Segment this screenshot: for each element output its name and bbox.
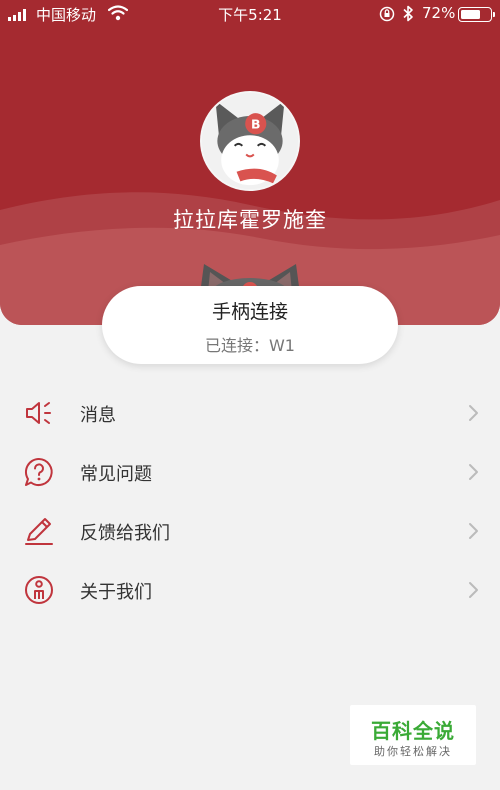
menu-item-label: 常见问题: [80, 464, 152, 485]
watermark-title: 百科全说: [371, 719, 455, 743]
rotation-lock-icon: [379, 6, 395, 22]
pencil-icon: [25, 518, 53, 545]
bluetooth-icon: [403, 5, 413, 22]
settings-menu: 消息 常见问题 反馈给我们 关于我们: [0, 384, 500, 620]
chevron-right-icon: [469, 582, 478, 598]
cat-avatar-image: B: [202, 93, 298, 189]
status-bar: 中国移动 下午5:21 72%: [0, 0, 500, 30]
info-person-icon: [25, 576, 53, 604]
menu-item-feedback[interactable]: 反馈给我们: [0, 502, 500, 561]
avatar[interactable]: B: [200, 91, 300, 191]
battery-fill: [461, 10, 481, 19]
watermark-logo: 百科全说 助你轻松解决: [350, 705, 476, 765]
battery-percentage: 72%: [422, 4, 456, 22]
watermark-subtitle: 助你轻松解决: [374, 745, 452, 758]
username: 拉拉库霍罗施奎: [173, 208, 327, 232]
menu-item-messages[interactable]: 消息: [0, 384, 500, 443]
chevron-right-icon: [469, 523, 478, 539]
question-bubble-icon: [24, 457, 53, 486]
chevron-right-icon: [469, 405, 478, 421]
battery-icon: [458, 7, 495, 22]
connection-title: 手柄连接: [211, 301, 288, 323]
controller-connection-card[interactable]: 手柄连接 已连接：W1: [102, 286, 398, 364]
menu-item-label: 消息: [80, 405, 116, 426]
menu-item-faq[interactable]: 常见问题: [0, 443, 500, 502]
chevron-right-icon: [469, 464, 478, 480]
menu-item-label: 反馈给我们: [80, 523, 170, 544]
connection-status: 已连接：W1: [204, 336, 295, 355]
menu-item-label: 关于我们: [80, 582, 152, 603]
svg-text:B: B: [251, 117, 261, 132]
menu-item-about[interactable]: 关于我们: [0, 561, 500, 620]
speaker-icon: [26, 402, 51, 424]
